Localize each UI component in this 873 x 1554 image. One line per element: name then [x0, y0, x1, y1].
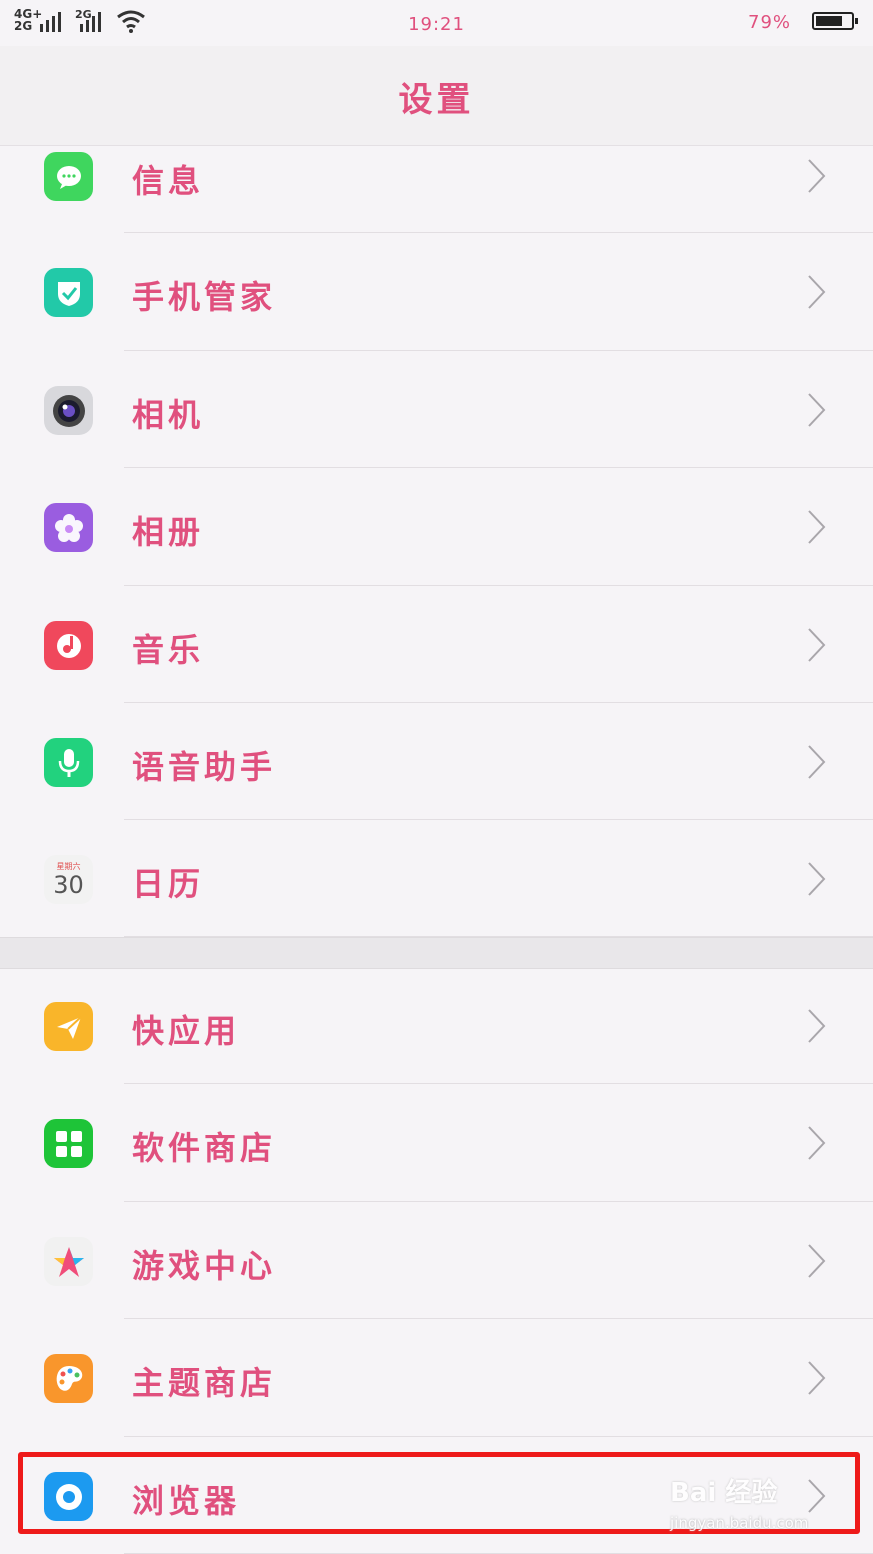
settings-item-label: 相册: [132, 513, 205, 551]
settings-item-label: 游戏中心: [132, 1247, 277, 1285]
settings-item-4[interactable]: 相册: [0, 468, 873, 586]
settings-item-6[interactable]: 语音助手: [0, 703, 873, 820]
settings-item-2[interactable]: 手机管家: [0, 233, 873, 351]
palette-icon: [44, 1354, 93, 1403]
page-title: 设置: [398, 80, 475, 120]
settings-item-label: 音乐: [132, 631, 205, 669]
camera-icon-glyph: [52, 394, 85, 427]
star-icon: [44, 1237, 93, 1286]
settings-item-9[interactable]: 软件商店: [0, 1084, 873, 1202]
battery-percentage: 79%: [748, 12, 792, 33]
settings-item-label: 软件商店: [132, 1129, 277, 1167]
settings-item-label: 快应用: [132, 1012, 241, 1050]
shield-icon-glyph: [57, 281, 80, 306]
chevron-right-icon: [808, 1009, 826, 1043]
watermark-url: jingyan.baidu.com: [670, 1514, 809, 1532]
calendar-icon: 星期六 30: [44, 855, 93, 904]
chevron-right-icon: [808, 628, 826, 662]
microphone-icon: [44, 738, 93, 787]
settings-item-label: 信息: [132, 162, 205, 200]
settings-item-label: 语音助手: [132, 748, 277, 786]
message-icon-glyph: [56, 165, 81, 189]
settings-item-5[interactable]: 音乐: [0, 586, 873, 703]
watermark-brand: Bai 经验: [670, 1478, 778, 1508]
paper-plane-icon: [44, 1002, 93, 1051]
message-icon: [44, 152, 93, 201]
settings-item-label: 手机管家: [132, 278, 277, 316]
chevron-right-icon: [808, 275, 826, 309]
section-divider: [0, 937, 873, 969]
settings-item-label: 主题商店: [132, 1364, 277, 1402]
chevron-right-icon: [808, 510, 826, 544]
chevron-right-icon: [808, 745, 826, 779]
app-grid-icon: [44, 1119, 93, 1168]
music-icon-glyph: [56, 633, 81, 658]
clock: 19:21: [408, 14, 465, 35]
app-grid-icon-glyph: [55, 1130, 82, 1157]
microphone-icon-glyph: [58, 748, 79, 777]
chevron-right-icon: [808, 1244, 826, 1278]
shield-icon: [44, 268, 93, 317]
calendar-weekday-text: 星期六: [56, 861, 81, 871]
paper-plane-icon-glyph: [56, 1015, 82, 1039]
chevron-right-icon: [808, 1126, 826, 1160]
settings-item-8[interactable]: 快应用: [0, 967, 873, 1084]
status-bar: 4G+ 2G 2G 19:21 79%: [0, 0, 873, 46]
settings-item-10[interactable]: 游戏中心: [0, 1202, 873, 1319]
star-icon-glyph: [53, 1246, 84, 1277]
camera-icon: [44, 386, 93, 435]
chevron-right-icon: [808, 1361, 826, 1395]
settings-item-1[interactable]: 信息: [0, 146, 873, 233]
music-icon: [44, 621, 93, 670]
calendar-day-text: 30: [53, 870, 84, 899]
flower-icon: [44, 503, 93, 552]
row-divider: [124, 936, 873, 937]
page-header: 设置: [0, 46, 873, 146]
settings-item-label: 相机: [132, 396, 205, 434]
settings-item-label: 日历: [132, 865, 205, 903]
settings-item-11[interactable]: 主题商店: [0, 1319, 873, 1437]
settings-item-3[interactable]: 相机: [0, 351, 873, 468]
flower-icon-glyph: [54, 513, 83, 542]
chevron-right-icon: [808, 862, 826, 896]
chevron-right-icon: [808, 159, 826, 193]
settings-item-7[interactable]: 星期六 30 日历: [0, 820, 873, 937]
palette-icon-glyph: [56, 1365, 82, 1391]
chevron-right-icon: [808, 393, 826, 427]
battery-icon: [812, 12, 858, 30]
